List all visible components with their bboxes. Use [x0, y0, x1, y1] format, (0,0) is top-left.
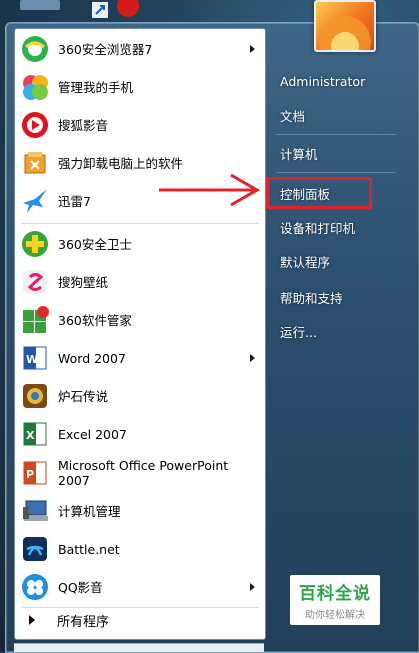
desktop-shortcut-icons — [20, 0, 139, 18]
svg-text:P: P — [26, 468, 34, 481]
baike-watermark-logo: 百科全说 助你轻松解决 — [290, 575, 380, 625]
menu-item-label: 迅雷7 — [58, 193, 91, 209]
thunder-bird-icon — [20, 186, 50, 216]
right-item-help-support[interactable]: 帮助和支持 — [272, 282, 410, 312]
menu-item-label: Battle.net — [58, 541, 120, 557]
menu-item-powerpoint-2007[interactable]: P Microsoft Office PowerPoint 2007 — [19, 454, 261, 492]
red-arrow-icon — [159, 173, 261, 207]
right-item-label: 计算机 — [280, 146, 318, 162]
pinned-separator — [21, 223, 259, 224]
menu-item-label: 360安全卫士 — [58, 236, 132, 252]
menu-item-battlenet[interactable]: Battle.net — [19, 531, 261, 567]
360-software-manager-icon — [20, 305, 50, 335]
menu-item-hearthstone[interactable]: 炉石传说 — [19, 378, 261, 414]
menu-item-label: 强力卸载电脑上的软件 — [58, 155, 184, 171]
watermark-title: 百科全说 — [299, 584, 371, 604]
menu-item-sohu-video[interactable]: 搜狐影音 — [19, 107, 261, 143]
uninstall-box-icon — [20, 148, 50, 178]
svg-text:W: W — [26, 353, 38, 366]
hearthstone-icon — [20, 381, 50, 411]
right-item-label: 设备和打印机 — [280, 220, 356, 236]
svg-text:X: X — [26, 429, 35, 442]
desktop-icon-red — [117, 0, 139, 17]
menu-item-360-safe[interactable]: 360安全卫士 — [19, 226, 261, 262]
menu-item-qq-player[interactable]: QQ影音 — [19, 569, 261, 605]
menu-item-label: Word 2007 — [58, 350, 126, 366]
right-item-devices-printers[interactable]: 设备和打印机 — [272, 212, 410, 242]
sohu-video-icon — [20, 110, 50, 140]
menu-item-label: 360软件管家 — [58, 312, 132, 328]
right-separator — [276, 172, 396, 173]
menu-item-computer-management[interactable]: 计算机管理 — [19, 493, 261, 529]
menu-item-label: 管理我的手机 — [58, 79, 134, 95]
menu-item-label: 计算机管理 — [58, 503, 121, 519]
menu-item-label: 炉石传说 — [58, 388, 109, 404]
control-panel-highlight-box — [266, 177, 372, 209]
360-browser-icon — [20, 34, 50, 64]
watermark-subtitle: 助你轻松解决 — [305, 610, 365, 621]
menu-item-360-browser[interactable]: 360安全浏览器7 — [19, 31, 261, 67]
right-item-documents[interactable]: 文档 — [272, 100, 410, 130]
menu-item-phone-manager[interactable]: 管理我的手机 — [19, 69, 261, 105]
submenu-arrow-icon — [250, 354, 255, 362]
right-item-label: 运行... — [280, 324, 317, 340]
menu-item-label: 搜狗壁纸 — [58, 274, 109, 290]
menu-item-label: QQ影音 — [58, 579, 103, 595]
start-menu-programs-pane: 360安全浏览器7 管理我的手机 搜狐影音 强力卸载电脑上的软件 迅雷7 360… — [14, 28, 266, 640]
submenu-arrow-icon — [250, 583, 255, 591]
phone-manager-icon — [20, 72, 50, 102]
qq-player-icon — [20, 572, 50, 602]
right-item-default-programs[interactable]: 默认程序 — [272, 246, 410, 276]
right-item-administrator[interactable]: Administrator — [272, 66, 410, 96]
sogou-wallpaper-icon — [20, 267, 50, 297]
menu-item-word-2007[interactable]: W Word 2007 — [19, 340, 261, 376]
all-programs-button[interactable]: 所有程序 — [19, 606, 261, 634]
user-picture-avatar[interactable] — [314, 0, 376, 52]
expand-arrow-icon — [29, 615, 35, 625]
submenu-arrow-icon — [250, 45, 255, 53]
word-icon: W — [20, 343, 50, 373]
menu-item-label: Microsoft Office PowerPoint 2007 — [58, 458, 229, 488]
desktop-icons-strip — [0, 0, 150, 22]
right-item-label: 帮助和支持 — [280, 290, 343, 306]
computer-management-icon — [20, 496, 50, 526]
menu-item-label: 搜狐影音 — [58, 117, 109, 133]
right-item-run[interactable]: 运行... — [272, 316, 410, 346]
menu-item-label: Excel 2007 — [58, 426, 127, 442]
right-separator — [276, 134, 396, 135]
menu-item-excel-2007[interactable]: X Excel 2007 — [19, 416, 261, 452]
excel-icon: X — [20, 419, 50, 449]
360-safe-guard-icon — [20, 229, 50, 259]
powerpoint-icon: P — [20, 458, 50, 488]
all-programs-label: 所有程序 — [57, 614, 110, 630]
right-item-label: 默认程序 — [280, 254, 331, 270]
right-item-computer[interactable]: 计算机 — [272, 138, 410, 168]
desktop-icon-1 — [20, 0, 60, 10]
menu-item-label: 360安全浏览器7 — [58, 41, 153, 57]
right-item-label: 文档 — [280, 108, 306, 124]
right-item-label: Administrator — [280, 73, 366, 89]
battlenet-icon — [20, 534, 50, 564]
menu-item-sogou-wallpaper[interactable]: 搜狗壁纸 — [19, 264, 261, 300]
flower-picture-icon — [319, 16, 371, 50]
menu-item-360-software-manager[interactable]: 360软件管家 — [19, 302, 261, 338]
